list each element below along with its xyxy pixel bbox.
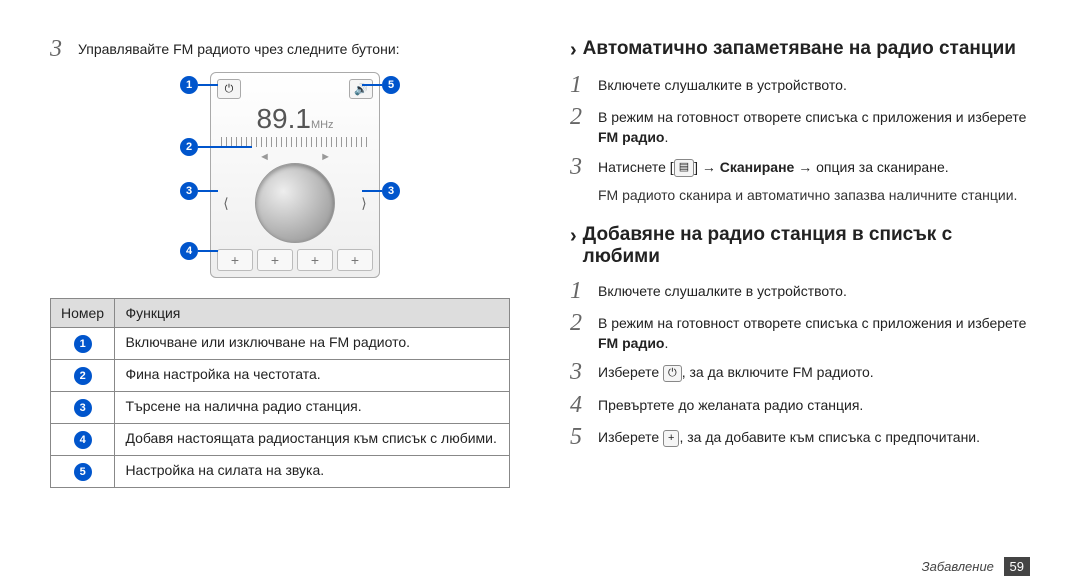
- power-small-icon: ⏻: [663, 365, 682, 382]
- step-number-3: 3: [50, 36, 78, 62]
- footer-section: Забавление: [922, 559, 994, 574]
- row-func-1: Включване или изключване на FM радиото.: [115, 328, 510, 360]
- tune-dial[interactable]: [255, 163, 335, 243]
- preset-add-4[interactable]: +: [337, 249, 373, 271]
- page-footer: Забавление 59: [922, 559, 1030, 574]
- preset-add-3[interactable]: +: [297, 249, 333, 271]
- left-column: 3 Управлявайте FM радиото чрез следните …: [50, 30, 510, 488]
- row-num-4: 4: [74, 431, 92, 449]
- s2-step5: Изберете +, за да добавите към списъка с…: [598, 424, 980, 448]
- callout-3-right: 3: [382, 182, 400, 200]
- power-icon[interactable]: ⏻: [217, 79, 241, 99]
- footer-page-number: 59: [1004, 557, 1030, 576]
- s2-step2: В режим на готовност отворете списъка с …: [598, 310, 1030, 353]
- chevron-icon: ›: [570, 38, 577, 62]
- s2-step4: Превъртете до желаната радио станция.: [598, 392, 863, 416]
- s2-step1: Включете слушалките в устройството.: [598, 278, 847, 302]
- callout-4: 4: [180, 242, 198, 260]
- th-number: Номер: [51, 299, 115, 328]
- volume-icon[interactable]: 🔊: [349, 79, 373, 99]
- s1-note: FM радиото сканира и автоматично запазва…: [598, 186, 1030, 206]
- callout-3-left: 3: [180, 182, 198, 200]
- callout-2-left: 2: [180, 138, 198, 156]
- fm-radio-diagram: 1 5 2 3 3 4 ⏻ 🔊 89.1MHz ◄►: [150, 72, 410, 278]
- step-3-text: Управлявайте FM радиото чрез следните бу…: [78, 36, 400, 60]
- chevron-icon: ›: [570, 224, 577, 248]
- s1-step2: В режим на готовност отворете списъка с …: [598, 104, 1030, 147]
- row-func-5: Настройка на силата на звука.: [115, 456, 510, 488]
- th-function: Функция: [115, 299, 510, 328]
- seek-prev-icon[interactable]: ⟨: [217, 195, 235, 212]
- row-num-2: 2: [74, 367, 92, 385]
- functions-table: Номер Функция 1 Включване или изключване…: [50, 298, 510, 488]
- frequency-unit: MHz: [311, 119, 334, 131]
- preset-add-1[interactable]: +: [217, 249, 253, 271]
- preset-add-2[interactable]: +: [257, 249, 293, 271]
- row-func-4: Добавя настоящата радиостанция към списъ…: [115, 424, 510, 456]
- right-column: › Автоматично запаметяване на радио стан…: [570, 30, 1030, 488]
- section-2-heading: › Добавяне на радио станция в списък с л…: [570, 224, 1030, 268]
- menu-icon: ▤: [674, 159, 694, 176]
- callout-1: 1: [180, 76, 198, 94]
- callout-5: 5: [382, 76, 400, 94]
- s1-step3: Натиснете [▤] → Сканиране → опция за ска…: [598, 154, 949, 178]
- s2-step3: Изберете ⏻, за да включите FM радиото.: [598, 359, 874, 383]
- row-num-3: 3: [74, 399, 92, 417]
- seek-next-icon[interactable]: ⟩: [355, 195, 373, 212]
- s1-step1: Включете слушалките в устройството.: [598, 72, 847, 96]
- row-num-1: 1: [74, 335, 92, 353]
- section-1-heading: › Автоматично запаметяване на радио стан…: [570, 38, 1030, 62]
- row-func-2: Фина настройка на честотата.: [115, 360, 510, 392]
- frequency-value: 89.1: [256, 103, 311, 134]
- plus-small-icon: +: [663, 430, 679, 447]
- row-num-5: 5: [74, 463, 92, 481]
- row-func-3: Търсене на налична радио станция.: [115, 392, 510, 424]
